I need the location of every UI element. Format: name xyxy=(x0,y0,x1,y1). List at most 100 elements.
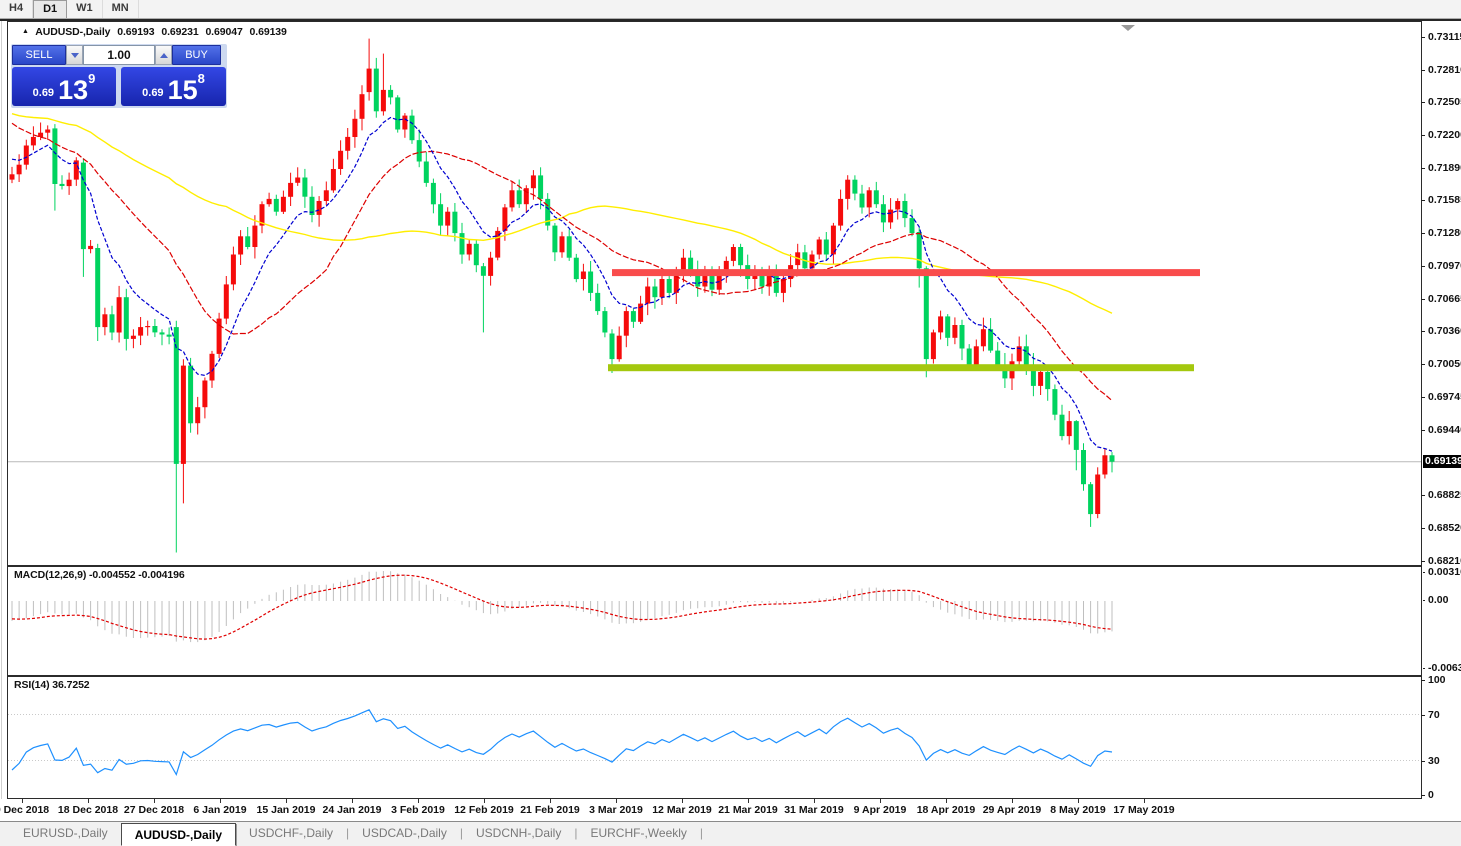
price-axis-tick xyxy=(1421,70,1425,71)
macd-signal-line xyxy=(12,575,1112,639)
date-axis-tick xyxy=(484,799,485,803)
price-axis-label: 0.71585 xyxy=(1428,194,1461,206)
date-axis-tick xyxy=(946,799,947,803)
price-axis-label: 0.70665 xyxy=(1428,293,1461,305)
candle-body xyxy=(617,336,622,360)
candle-body xyxy=(574,258,579,279)
chart-shift-marker-icon[interactable] xyxy=(1121,25,1135,31)
tab-usdcnh-daily[interactable]: USDCNH-,Daily xyxy=(463,822,574,846)
price-axis-tick xyxy=(1421,102,1425,103)
candle-body xyxy=(1024,346,1029,364)
price-axis-label: 0.70050 xyxy=(1428,358,1461,370)
date-axis-tick xyxy=(880,799,881,803)
macd-axis-label: 0.00 xyxy=(1428,594,1448,606)
price-pane: ▲ AUDUSD-,Daily 0.69193 0.69231 0.69047 … xyxy=(7,21,1422,566)
candle-body xyxy=(960,325,965,349)
candle-body xyxy=(595,293,600,311)
rsi-axis-label: 70 xyxy=(1428,709,1440,721)
macd-chart-canvas[interactable] xyxy=(8,567,1421,675)
tab-audusd-daily[interactable]: AUDUSD-,Daily xyxy=(121,823,236,846)
sell-quote[interactable]: 0.69 13 9 xyxy=(12,67,116,106)
support-line[interactable] xyxy=(608,364,1194,371)
candle-body xyxy=(381,90,386,111)
candle-body xyxy=(88,246,93,249)
timeframe-button-d1[interactable]: D1 xyxy=(33,0,67,18)
candle-body xyxy=(338,151,343,169)
volume-decrease-button[interactable] xyxy=(66,45,83,65)
candle-body xyxy=(645,287,650,304)
macd-label: MACD(12,26,9) -0.004552 -0.004196 xyxy=(14,569,185,581)
date-axis-tick xyxy=(550,799,551,803)
volume-input[interactable] xyxy=(83,45,155,65)
candle-body xyxy=(231,255,236,285)
candle-body xyxy=(438,204,443,225)
price-axis-label: 0.73115 xyxy=(1428,31,1461,43)
timeframe-button-w1[interactable]: W1 xyxy=(67,0,103,18)
chart-symbol: AUDUSD-,Daily xyxy=(35,26,110,38)
candle-body xyxy=(481,266,486,276)
candle-body xyxy=(410,116,415,141)
candle-body xyxy=(81,163,86,250)
candle-body xyxy=(10,174,15,179)
candle-body xyxy=(631,311,636,322)
tab-eurchf-weekly[interactable]: EURCHF-,Weekly xyxy=(577,822,699,846)
candle-body xyxy=(224,284,229,318)
candle-body xyxy=(1038,372,1043,386)
price-axis-label: 0.69745 xyxy=(1428,391,1461,403)
date-axis-tick xyxy=(418,799,419,803)
tab-usdchf-daily[interactable]: USDCHF-,Daily xyxy=(236,822,346,846)
arrow-down-icon xyxy=(71,53,79,58)
chart-title: ▲ AUDUSD-,Daily 0.69193 0.69231 0.69047 … xyxy=(22,26,287,38)
price-axis-tick xyxy=(1421,397,1425,398)
sell-price-sup: 9 xyxy=(88,71,95,86)
candle-body xyxy=(24,146,29,165)
tab-eurusd-daily[interactable]: EURUSD-,Daily xyxy=(10,822,121,846)
buy-quote[interactable]: 0.69 15 8 xyxy=(121,67,226,106)
price-axis-label: 0.71280 xyxy=(1428,227,1461,239)
candle-body xyxy=(124,297,129,339)
candle-body xyxy=(902,201,907,218)
ohlc-close: 0.69139 xyxy=(250,26,287,38)
candle-body xyxy=(217,319,222,354)
candle-body xyxy=(560,236,565,252)
timeframe-button-h4[interactable]: H4 xyxy=(0,0,33,18)
collapse-triangle-icon[interactable]: ▲ xyxy=(22,28,29,35)
tab-usdcad-daily[interactable]: USDCAD-,Daily xyxy=(349,822,460,846)
candle-body xyxy=(588,272,593,293)
date-axis-tick xyxy=(814,799,815,803)
candle-body xyxy=(602,311,607,332)
sell-price-big: 13 xyxy=(58,79,88,103)
candle-body xyxy=(538,175,543,199)
time-axis[interactable]: 9 Dec 201818 Dec 201827 Dec 20186 Jan 20… xyxy=(0,799,1461,821)
candle-body xyxy=(945,316,950,337)
resistance-line[interactable] xyxy=(612,269,1200,276)
candle-body xyxy=(888,210,893,223)
buy-price-prefix: 0.69 xyxy=(142,87,163,99)
buy-button[interactable]: BUY xyxy=(172,45,221,65)
trading-terminal-window: H4D1W1MN ▲ AUDUSD-,Daily 0.69193 0.69231… xyxy=(0,0,1461,846)
price-scale[interactable]: 0.731150.728100.725050.722000.718900.715… xyxy=(1423,21,1461,566)
macd-axis-tick xyxy=(1423,668,1425,669)
price-axis-tick xyxy=(1421,430,1425,431)
candle-body xyxy=(717,276,722,290)
candle-body xyxy=(38,133,43,137)
candle-body xyxy=(845,180,850,199)
candle-body xyxy=(274,199,279,212)
timeframe-button-mn[interactable]: MN xyxy=(103,0,139,18)
candle-body xyxy=(52,128,57,184)
macd-axis-label: 0.003164 xyxy=(1428,566,1461,578)
rsi-scale[interactable]: 10070300 xyxy=(1423,676,1461,799)
price-axis-label: 0.68825 xyxy=(1428,489,1461,501)
candle-body xyxy=(517,190,522,204)
candle-body xyxy=(102,314,107,327)
macd-scale[interactable]: 0.0031640.00-0.006317 xyxy=(1423,566,1461,676)
volume-increase-button[interactable] xyxy=(155,45,172,65)
candle-body xyxy=(374,69,379,112)
candle-body xyxy=(95,248,100,327)
candle-body xyxy=(552,226,557,253)
candle-body xyxy=(867,190,872,207)
rsi-chart-canvas[interactable] xyxy=(8,677,1421,798)
candle-body xyxy=(195,407,200,423)
sell-button[interactable]: SELL xyxy=(12,45,66,65)
candle-body xyxy=(145,326,150,327)
